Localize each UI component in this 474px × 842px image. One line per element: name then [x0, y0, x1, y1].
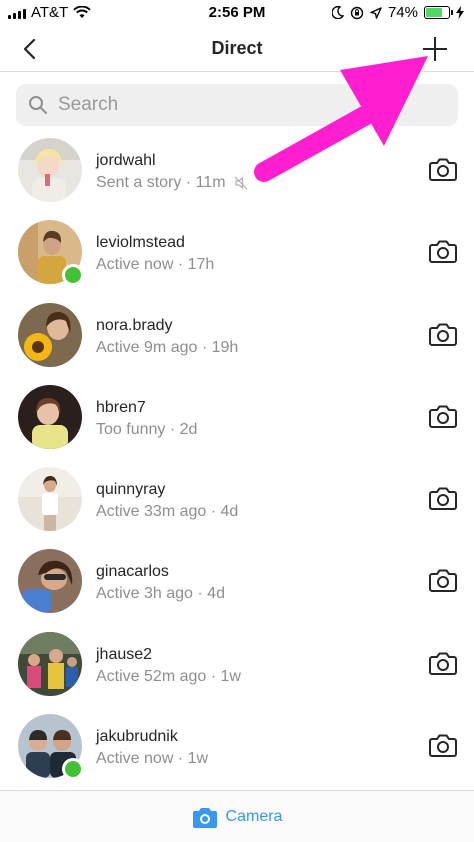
bottom-camera-bar[interactable]: Camera [0, 790, 474, 842]
thread-row[interactable]: quinnyray Active 33m ago · 4d [0, 459, 474, 541]
page-title: Direct [211, 38, 263, 58]
location-icon [370, 6, 382, 19]
camera-icon[interactable] [428, 236, 458, 266]
thread-status-text: Too funny · 2d [96, 420, 198, 438]
thread-username: ginacarlos [96, 563, 169, 581]
avatar[interactable] [18, 631, 82, 696]
thread-list: jordwahl Sent a story · 11m leviolmstead [0, 130, 474, 788]
thread-status-text: Active 33m ago · 4d [96, 503, 239, 521]
thread-status: Active 3h ago · 4d [96, 585, 225, 603]
status-right: 74% [331, 4, 464, 21]
thread-status: Active 9m ago · 19h [96, 339, 238, 357]
active-status-dot [62, 264, 84, 287]
moon-icon [331, 6, 344, 19]
camera-icon[interactable] [428, 319, 458, 349]
avatar[interactable] [18, 549, 82, 614]
avatar[interactable] [18, 384, 82, 449]
new-message-button[interactable] [418, 32, 452, 66]
active-status-dot [62, 758, 84, 781]
thread-status-text: Sent a story · 11m [96, 174, 226, 191]
thread-status-text: Active now · 17h [96, 256, 215, 274]
thread-username: jakubrudnik [96, 728, 178, 746]
thread-status: Active now · 17h [96, 256, 214, 274]
thread-status-text: Active 3h ago · 4d [96, 585, 225, 603]
thread-row[interactable]: nora.brady Active 9m ago · 19h [0, 295, 474, 377]
search-input[interactable] [58, 94, 438, 116]
charging-icon [456, 6, 464, 19]
thread-username: jhause2 [96, 645, 153, 663]
thread-status-text: Active 9m ago · 19h [96, 338, 239, 356]
thread-username: quinnyray [96, 481, 166, 499]
plus-icon [423, 37, 447, 61]
thread-row[interactable]: leviolmstead Active now · 17h [0, 212, 474, 294]
search-icon [29, 96, 47, 114]
thread-status: Too funny · 2d [96, 421, 197, 439]
thread-row[interactable]: jhause2 Active 52m ago · 1w [0, 624, 474, 706]
thread-row[interactable]: ginacarlos Active 3h ago · 4d [0, 541, 474, 623]
thread-username: nora.brady [96, 316, 173, 334]
thread-status: Sent a story · 11m [96, 174, 248, 192]
avatar[interactable] [18, 138, 82, 202]
camera-icon[interactable] [428, 401, 458, 431]
search-bar[interactable] [16, 84, 458, 126]
avatar[interactable] [18, 302, 82, 367]
thread-status: Active 33m ago · 4d [96, 503, 238, 521]
thread-username: hbren7 [96, 398, 146, 416]
status-bar: AT&T 2:56 PM 74% [0, 0, 474, 26]
battery-icon [424, 6, 453, 19]
camera-icon [192, 807, 217, 828]
thread-status: Active 52m ago · 1w [96, 668, 241, 686]
lock-rotation-icon [350, 6, 364, 19]
thread-username: jordwahl [96, 152, 156, 169]
battery-fill [426, 8, 443, 17]
thread-row[interactable]: hbren7 Too funny · 2d [0, 377, 474, 459]
thread-row[interactable]: jakubrudnik Active now · 1w [0, 706, 474, 788]
thread-status-text: Active now · 1w [96, 750, 209, 768]
muted-icon [234, 176, 247, 190]
header: Direct [0, 26, 474, 72]
camera-icon[interactable] [428, 154, 458, 184]
camera-icon[interactable] [428, 648, 458, 678]
camera-icon[interactable] [428, 565, 458, 595]
thread-status: Active now · 1w [96, 750, 208, 768]
camera-icon[interactable] [428, 483, 458, 513]
thread-row[interactable]: jordwahl Sent a story · 11m [0, 130, 474, 212]
thread-username: leviolmstead [96, 234, 185, 252]
avatar[interactable] [18, 467, 82, 532]
camera-label: Camera [225, 807, 283, 825]
battery-percent: 74% [387, 4, 418, 21]
camera-icon[interactable] [428, 730, 458, 760]
thread-status-text: Active 52m ago · 1w [96, 667, 241, 685]
